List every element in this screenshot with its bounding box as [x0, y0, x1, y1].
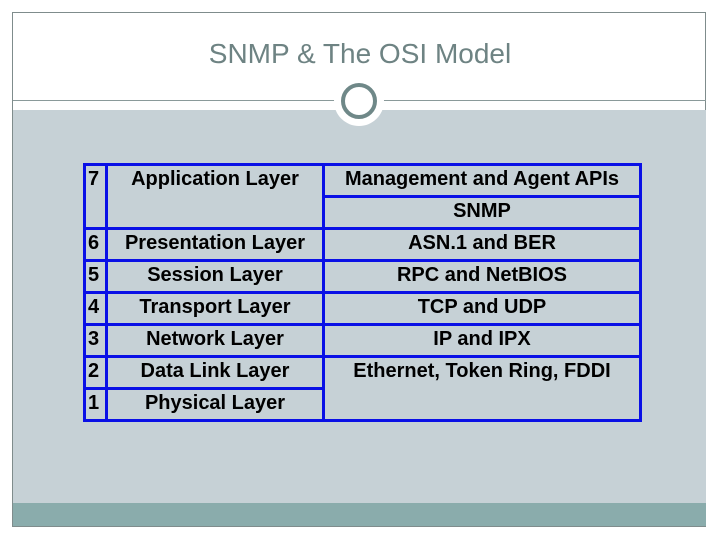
layer-number: 2	[83, 355, 108, 390]
table-row-layer-2: 2 Data Link Layer Ethernet, Token Ring, …	[83, 355, 642, 422]
osi-model-table: 7 Application Layer Management and Agent…	[83, 163, 642, 422]
table-row-layer-5: 5 Session Layer RPC and NetBIOS	[83, 259, 642, 294]
layer-number: 1	[83, 387, 108, 422]
layer-name: Network Layer	[105, 323, 325, 358]
layer-number: 7	[83, 163, 108, 230]
layer-number: 3	[83, 323, 108, 358]
footer-band	[13, 503, 706, 526]
layer-name: Physical Layer	[105, 387, 325, 422]
layer-name: Transport Layer	[105, 291, 325, 326]
layer-name: Session Layer	[105, 259, 325, 294]
layer-number: 5	[83, 259, 108, 294]
protocol-cell: RPC and NetBIOS	[322, 259, 642, 294]
protocol-cell: Management and Agent APIs	[322, 163, 642, 198]
table-row-layer-4: 4 Transport Layer TCP and UDP	[83, 291, 642, 326]
table-row-layer-7: 7 Application Layer Management and Agent…	[83, 163, 642, 230]
layer-number: 4	[83, 291, 108, 326]
protocol-cell: IP and IPX	[322, 323, 642, 358]
table-row-layer-3: 3 Network Layer IP and IPX	[83, 323, 642, 358]
protocol-cell: TCP and UDP	[322, 291, 642, 326]
protocol-cell: Ethernet, Token Ring, FDDI	[322, 355, 642, 422]
layer-name: Presentation Layer	[105, 227, 325, 262]
protocol-cell: SNMP	[322, 195, 642, 230]
slide-title: SNMP & The OSI Model	[208, 38, 512, 69]
table-row-layer-6: 6 Presentation Layer ASN.1 and BER	[83, 227, 642, 262]
layer-number: 6	[83, 227, 108, 262]
protocol-cell: ASN.1 and BER	[322, 227, 642, 262]
layer-name: Application Layer	[105, 163, 325, 230]
layer-name: Data Link Layer	[105, 355, 325, 390]
circle-ring-icon	[341, 83, 377, 119]
